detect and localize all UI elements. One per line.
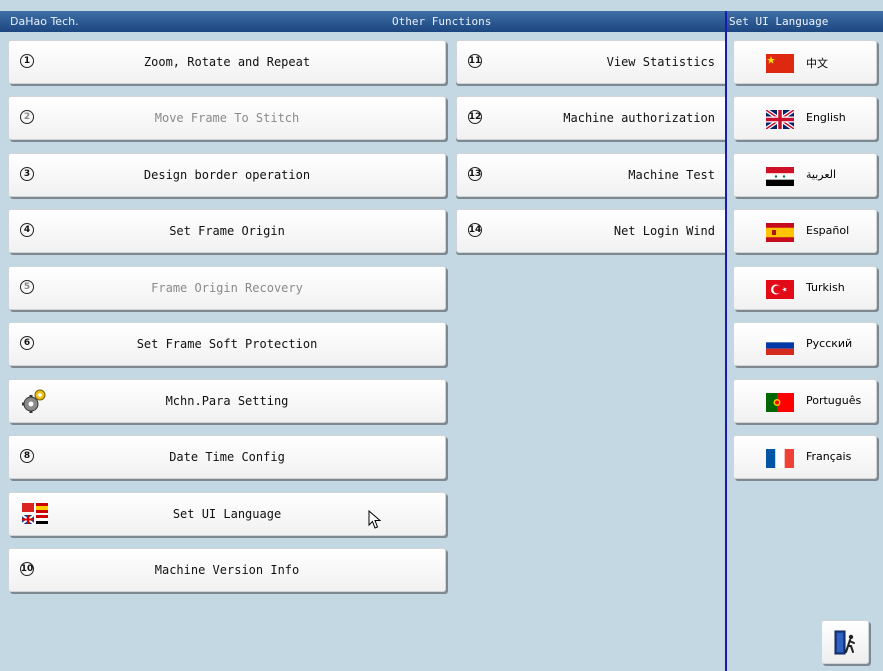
design-border-operation-button[interactable]: 3 Design border operation xyxy=(8,153,446,197)
number-badge: 11 xyxy=(468,54,482,68)
language-french-button[interactable]: Français xyxy=(733,435,877,479)
set-frame-origin-button[interactable]: 4 Set Frame Origin xyxy=(8,209,446,253)
button-label: Move Frame To Stitch xyxy=(154,111,300,125)
date-time-config-button[interactable]: 8 Date Time Config xyxy=(8,435,446,479)
language-name: Español xyxy=(806,224,850,237)
button-label: Design border operation xyxy=(143,168,311,182)
button-label: Set Frame Soft Protection xyxy=(136,337,318,351)
france-flag-icon xyxy=(766,449,794,468)
set-frame-soft-protection-button[interactable]: 6 Set Frame Soft Protection xyxy=(8,322,446,366)
move-frame-to-stitch-button[interactable]: 2 Move Frame To Stitch xyxy=(8,96,446,140)
button-label: Machine Version Info xyxy=(154,563,300,577)
button-label: Mchn.Para Setting xyxy=(165,394,289,408)
number-badge: 12 xyxy=(468,110,482,124)
machine-parameter-setting-button[interactable]: Mchn.Para Setting xyxy=(8,379,446,423)
title-bar: DaHao Tech. Other Functions xyxy=(0,11,725,32)
language-panel: Set UI Language 中文 English العربية Españ… xyxy=(725,11,883,671)
language-name: English xyxy=(806,111,846,124)
number-badge: 13 xyxy=(468,167,482,181)
button-label: View Statistics xyxy=(606,55,715,69)
button-label: Date Time Config xyxy=(169,450,285,464)
language-spanish-button[interactable]: Español xyxy=(733,209,877,253)
language-portuguese-button[interactable]: Português xyxy=(733,379,877,423)
language-name: Português xyxy=(806,394,862,407)
button-label: Frame Origin Recovery xyxy=(151,281,303,295)
brand-label: DaHao Tech. xyxy=(10,15,79,28)
number-badge: 14 xyxy=(468,223,482,237)
language-name: 中文 xyxy=(806,57,828,70)
button-label: Zoom, Rotate and Repeat xyxy=(143,55,311,69)
machine-authorization-button[interactable]: 12 Machine authorization xyxy=(456,96,725,140)
syria-flag-icon xyxy=(766,167,794,186)
exit-button[interactable] xyxy=(821,620,869,664)
china-flag-icon xyxy=(766,54,794,73)
view-statistics-button[interactable]: 11 View Statistics xyxy=(456,40,725,84)
portugal-flag-icon xyxy=(766,393,794,412)
net-login-window-button[interactable]: 14 Net Login Wind xyxy=(456,209,725,253)
language-panel-title: Set UI Language xyxy=(727,11,883,32)
language-chinese-button[interactable]: 中文 xyxy=(733,40,877,84)
language-english-button[interactable]: English xyxy=(733,96,877,140)
turkey-flag-icon xyxy=(766,280,794,299)
frame-origin-recovery-button[interactable]: 5 Frame Origin Recovery xyxy=(8,266,446,310)
button-label: Net Login Wind xyxy=(613,224,715,238)
exit-door-icon xyxy=(834,630,858,660)
button-label: Machine authorization xyxy=(563,111,715,125)
language-name: Русский xyxy=(806,337,853,350)
button-label: Set Frame Origin xyxy=(169,224,285,238)
mouse-cursor-icon xyxy=(368,509,382,534)
language-turkish-button[interactable]: Turkish xyxy=(733,266,877,310)
machine-version-info-button[interactable]: 10 Machine Version Info xyxy=(8,548,446,592)
language-arabic-button[interactable]: العربية xyxy=(733,153,877,197)
language-name: العربية xyxy=(806,168,837,181)
language-russian-button[interactable]: Русский xyxy=(733,322,877,366)
zoom-rotate-repeat-button[interactable]: 1 Zoom, Rotate and Repeat xyxy=(8,40,446,84)
spain-flag-icon xyxy=(766,223,794,242)
machine-test-button[interactable]: 13 Machine Test xyxy=(456,153,725,197)
uk-flag-icon xyxy=(766,110,794,129)
page-title: Other Functions xyxy=(392,15,492,28)
russia-flag-icon xyxy=(766,336,794,355)
language-name: Français xyxy=(806,450,852,463)
button-label: Machine Test xyxy=(628,168,715,182)
language-name: Turkish xyxy=(806,281,845,294)
